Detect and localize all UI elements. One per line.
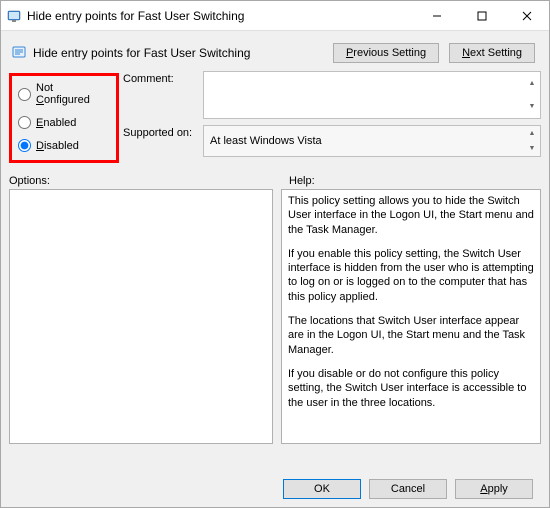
- maximize-button[interactable]: [459, 1, 504, 31]
- help-panel: This policy setting allows you to hide t…: [281, 189, 541, 444]
- not-configured-label: Not Configured: [36, 82, 106, 106]
- help-label: Help:: [289, 175, 315, 187]
- enabled-radio[interactable]: [18, 116, 31, 129]
- cancel-button[interactable]: Cancel: [369, 479, 447, 499]
- fields-column: Comment: ▲▼ Supported on: At least Windo…: [123, 71, 541, 165]
- supported-on-value-box: At least Windows Vista ▲▼: [203, 125, 541, 157]
- next-setting-button[interactable]: Next Setting: [449, 43, 535, 63]
- window-title: Hide entry points for Fast User Switchin…: [27, 9, 414, 23]
- titlebar: Hide entry points for Fast User Switchin…: [1, 1, 549, 31]
- header-row: Hide entry points for Fast User Switchin…: [9, 37, 541, 69]
- supported-on-label: Supported on:: [123, 125, 203, 139]
- policy-icon: [9, 45, 29, 61]
- options-panel: [9, 189, 273, 444]
- close-button[interactable]: [504, 1, 549, 31]
- footer-buttons: OK Cancel Apply: [9, 471, 541, 499]
- help-text: This policy setting allows you to hide t…: [288, 194, 534, 237]
- enabled-label: Enabled: [36, 117, 76, 129]
- not-configured-radio[interactable]: [18, 88, 31, 101]
- supported-on-value: At least Windows Vista: [210, 135, 322, 147]
- help-text: The locations that Switch User interface…: [288, 314, 534, 357]
- comment-input[interactable]: ▲▼: [203, 71, 541, 119]
- previous-setting-button[interactable]: Previous Setting: [333, 43, 439, 63]
- apply-button[interactable]: Apply: [455, 479, 533, 499]
- upper-section: Not Configured Enabled Disabled Comment:…: [9, 71, 541, 165]
- supported-spinner[interactable]: ▲▼: [524, 126, 540, 156]
- content-area: Hide entry points for Fast User Switchin…: [1, 31, 549, 507]
- comment-spinner[interactable]: ▲▼: [524, 72, 540, 118]
- window-icon: [1, 9, 27, 23]
- minimize-button[interactable]: [414, 1, 459, 31]
- disabled-label: Disabled: [36, 140, 79, 152]
- policy-editor-window: Hide entry points for Fast User Switchin…: [0, 0, 550, 508]
- disabled-radio[interactable]: [18, 139, 31, 152]
- ok-button[interactable]: OK: [283, 479, 361, 499]
- options-label: Options:: [9, 175, 289, 187]
- help-text: If you enable this policy setting, the S…: [288, 247, 534, 304]
- comment-label: Comment:: [123, 71, 203, 85]
- policy-title: Hide entry points for Fast User Switchin…: [33, 46, 333, 60]
- state-radio-group: Not Configured Enabled Disabled: [9, 73, 119, 163]
- help-text: If you disable or do not configure this …: [288, 367, 534, 410]
